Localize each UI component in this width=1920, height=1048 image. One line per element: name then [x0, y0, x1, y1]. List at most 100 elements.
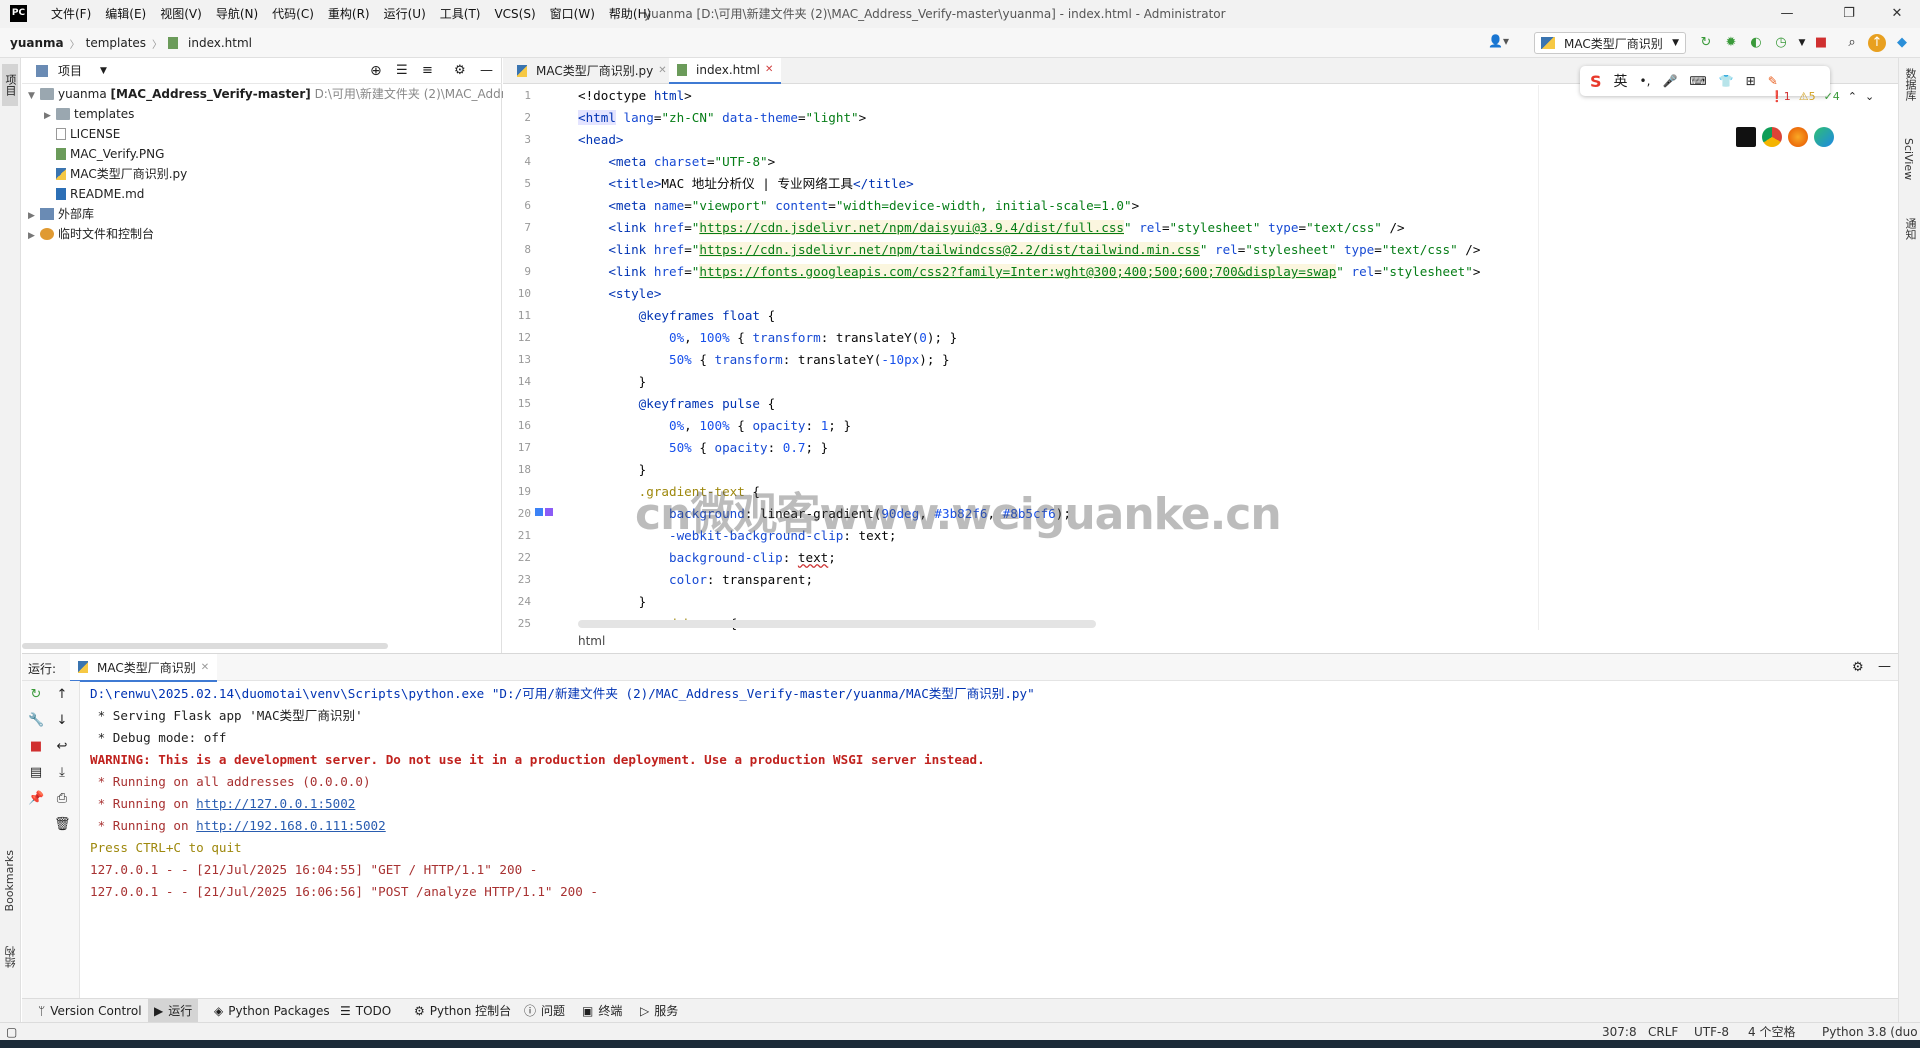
editor-breadcrumb[interactable]: html — [578, 630, 605, 652]
sciview-tool-tab[interactable]: SciView — [1902, 138, 1915, 180]
crumb-file[interactable]: index.html — [188, 36, 252, 50]
edge-icon[interactable] — [1814, 127, 1834, 147]
debug-icon[interactable]: ✹ — [1722, 34, 1740, 52]
chevron-right-icon[interactable]: ▶ — [28, 206, 40, 226]
chevron-down-icon[interactable]: ▼ — [28, 86, 40, 106]
restore-icon[interactable]: ❐ — [1826, 0, 1872, 28]
chevron-down-icon[interactable]: ⌄ — [1865, 90, 1874, 103]
chevron-down-icon[interactable]: ▼ — [1793, 34, 1811, 52]
chevron-down-icon[interactable]: ▼ — [100, 66, 107, 76]
menu-run[interactable]: 运行(U) — [377, 0, 433, 28]
coverage-icon[interactable]: ◐ — [1747, 34, 1765, 52]
tab-todo[interactable]: ☰ TODO — [334, 999, 397, 1023]
toolbox-icon[interactable]: ✎ — [1768, 74, 1778, 88]
menu-vcs[interactable]: VCS(S) — [487, 0, 542, 28]
tab-python-packages[interactable]: ◈ Python Packages — [208, 999, 336, 1023]
arrow-up-icon[interactable]: ↑ — [54, 687, 70, 703]
stop-icon[interactable]: ■ — [1812, 34, 1830, 52]
tab-python-console[interactable]: ⚙ Python 控制台 — [408, 999, 517, 1023]
keyboard-icon[interactable]: ⌨ — [1689, 74, 1706, 88]
chrome-icon[interactable] — [1762, 127, 1782, 147]
horizontal-scrollbar[interactable] — [22, 643, 388, 649]
user-icon[interactable]: 👤▾ — [1488, 34, 1509, 48]
menu-tools[interactable]: 工具(T) — [433, 0, 488, 28]
menu-file[interactable]: 文件(F) — [44, 0, 98, 28]
console-output[interactable]: D:\renwu\2025.02.14\duomotai\venv\Script… — [90, 683, 1890, 996]
tree-item-readme[interactable]: README.md — [56, 184, 144, 204]
menu-code[interactable]: 代码(C) — [265, 0, 321, 28]
color-swatch-icon[interactable] — [545, 508, 553, 516]
menu-navigate[interactable]: 导航(N) — [209, 0, 265, 28]
console-link[interactable]: http://192.168.0.111:5002 — [196, 818, 386, 833]
chevron-right-icon[interactable]: ▶ — [28, 226, 40, 246]
tab-run[interactable]: ▶ 运行 — [148, 999, 199, 1023]
console-link[interactable]: http://127.0.0.1:5002 — [196, 796, 355, 811]
menu-edit[interactable]: 编辑(E) — [98, 0, 153, 28]
close-icon[interactable]: ✕ — [765, 57, 773, 83]
rerun-icon[interactable]: ↻ — [28, 687, 44, 703]
file-encoding[interactable]: UTF-8 — [1694, 1023, 1729, 1041]
tree-root[interactable]: ▼ yuanma [MAC_Address_Verify-master] D:\可… — [28, 84, 513, 104]
collapse-all-icon[interactable]: ≡ — [422, 63, 433, 78]
project-tool-tab[interactable]: 项目 — [2, 64, 18, 106]
gear-icon[interactable]: ⚙ — [1852, 660, 1864, 675]
tree-item-templates[interactable]: ▶ templates — [44, 104, 134, 124]
rerun-icon[interactable]: ↻ — [1697, 34, 1715, 52]
skin-icon[interactable]: 👕 — [1719, 74, 1734, 88]
tab-version-control[interactable]: ᛘ Version Control — [32, 999, 148, 1023]
tree-item-scratches[interactable]: ▶ 临时文件和控制台 — [28, 224, 154, 244]
run-tab[interactable]: MAC类型厂商识别 ✕ — [70, 654, 218, 682]
tab-services[interactable]: ▷ 服务 — [634, 999, 684, 1023]
minimize-icon[interactable]: — — [1764, 0, 1810, 28]
cursor-position[interactable]: 307:8 — [1602, 1023, 1637, 1041]
tab-problems[interactable]: ⓘ 问题 — [518, 999, 571, 1023]
trash-icon[interactable]: 🗑 — [54, 817, 71, 833]
code-editor[interactable]: <!doctype html> <html lang="zh-CN" data-… — [578, 85, 1538, 630]
sogou-logo-icon[interactable]: S — [1590, 72, 1602, 91]
crumb-project[interactable]: yuanma — [10, 36, 64, 50]
pin-icon[interactable]: 📌 — [28, 791, 44, 807]
layout-icon[interactable]: ▤ — [28, 765, 44, 781]
wrench-icon[interactable]: 🔧 — [28, 713, 44, 729]
search-icon[interactable]: ⌕ — [1843, 34, 1861, 52]
tree-item-license[interactable]: LICENSE — [56, 124, 120, 144]
close-icon[interactable]: ✕ — [1874, 0, 1920, 28]
database-tool-tab[interactable]: 数据库 — [1902, 68, 1918, 101]
hide-icon[interactable]: — — [1878, 659, 1891, 674]
line-separator[interactable]: CRLF — [1648, 1023, 1678, 1041]
status-icon[interactable]: ▢ — [6, 1023, 17, 1041]
chevron-up-icon[interactable]: ⌃ — [1848, 90, 1857, 103]
structure-tool-tab[interactable]: 结构 — [3, 946, 19, 968]
ime-language[interactable]: 英 — [1614, 71, 1628, 91]
close-icon[interactable]: ✕ — [658, 58, 666, 84]
soft-wrap-icon[interactable]: ↩ — [54, 739, 70, 755]
tree-item-external-libs[interactable]: ▶ 外部库 — [28, 204, 94, 224]
gear-icon[interactable]: ⚙ — [454, 63, 466, 78]
run-config-select[interactable]: MAC类型厂商识别 ▼ — [1534, 32, 1686, 54]
tree-item-png[interactable]: MAC_Verify.PNG — [56, 144, 164, 164]
bookmarks-tool-tab[interactable]: Bookmarks — [3, 850, 19, 911]
plugin-icon[interactable]: ◆ — [1893, 34, 1911, 52]
arrow-down-icon[interactable]: ↓ — [54, 713, 70, 729]
microphone-icon[interactable]: 🎤 — [1662, 74, 1677, 88]
tab-terminal[interactable]: ▣ 终端 — [576, 999, 628, 1023]
menu-view[interactable]: 视图(V) — [153, 0, 209, 28]
pycharm-browser-icon[interactable] — [1736, 127, 1756, 147]
crumb-folder[interactable]: templates — [86, 36, 146, 50]
hide-icon[interactable]: — — [480, 63, 493, 78]
tab-mac-py[interactable]: MAC类型厂商识别.py ✕ — [509, 58, 675, 84]
indent-setting[interactable]: 4 个空格 — [1748, 1023, 1795, 1041]
color-swatch-icon[interactable] — [535, 508, 543, 516]
menu-window[interactable]: 窗口(W) — [543, 0, 602, 28]
firefox-icon[interactable] — [1788, 127, 1808, 147]
menu-refactor[interactable]: 重构(R) — [321, 0, 377, 28]
update-icon[interactable]: ↑ — [1868, 34, 1886, 52]
profile-icon[interactable]: ◷ — [1772, 34, 1790, 52]
notifications-tool-tab[interactable]: 通知 — [1902, 218, 1918, 240]
tree-item-py[interactable]: MAC类型厂商识别.py — [56, 164, 187, 184]
close-icon[interactable]: ✕ — [201, 662, 209, 673]
grid-icon[interactable]: ⊞ — [1746, 74, 1756, 88]
chevron-right-icon[interactable]: ▶ — [44, 106, 56, 126]
locate-icon[interactable]: ⊕ — [370, 63, 382, 79]
python-interpreter[interactable]: Python 3.8 (duomotai) — [1822, 1023, 1918, 1041]
